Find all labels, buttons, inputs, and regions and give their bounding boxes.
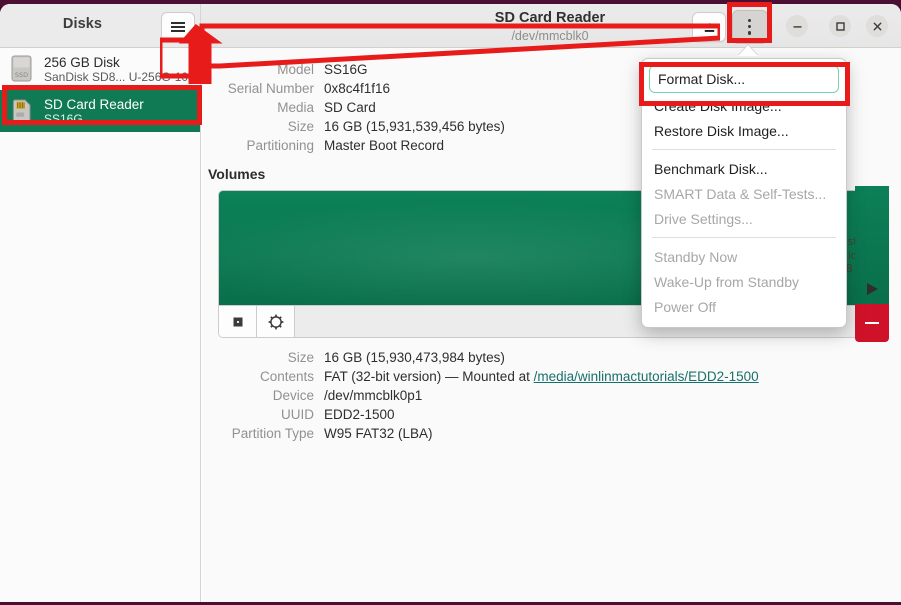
volumes-heading: Volumes (208, 166, 266, 182)
property-value: FAT (32-bit version) — Mounted at /media… (324, 369, 759, 384)
property-value: /dev/mmcblk0p1 (324, 388, 423, 403)
sidebar-item-text: 256 GB Disk SanDisk SD8... U-256G-1006 (44, 54, 202, 84)
menu-item-benchmark-disk[interactable]: Benchmark Disk... (642, 156, 846, 181)
titlebar: Disks SD Card Reader /dev/mmcblk0 (0, 4, 901, 48)
menu-item-drive-settings: Drive Settings... (654, 210, 753, 227)
property-value: SD Card (324, 100, 376, 115)
property-label: Size (287, 350, 314, 365)
disk-meta: SS16G (44, 111, 83, 126)
menu-item-format-disk[interactable]: Format Disk... (649, 65, 839, 93)
sd-card-icon (8, 96, 36, 126)
menu-item-restore-disk-image[interactable]: Restore Disk Image... (642, 118, 846, 143)
menu-item-power-off: Power Off (654, 298, 716, 315)
property-value: SS16G (324, 62, 368, 77)
disk-name: SD Card Reader (44, 96, 144, 112)
eject-icon (704, 22, 714, 32)
property-value: 16 GB (15,931,539,456 bytes) (324, 119, 505, 134)
property-label: Device (272, 388, 314, 403)
close-button[interactable] (866, 15, 888, 37)
disk-name: 256 GB Disk (44, 54, 120, 70)
property-label: Partitioning (246, 138, 314, 153)
menu-item-smart-data: SMART Data & Self-Tests... (654, 185, 827, 202)
partition-property-row: Partition Type W95 FAT32 (LBA) (202, 426, 882, 445)
partition-property-row: Device /dev/mmcblk0p1 (202, 388, 882, 407)
delete-partition-button[interactable] (855, 304, 889, 342)
partition-property-row: Contents FAT (32-bit version) — Mounted … (202, 369, 882, 388)
menu-separator (652, 149, 836, 150)
sidebar-item-text: SD Card Reader SS16G (44, 97, 144, 126)
app-menu-button[interactable] (161, 12, 195, 42)
disk-meta: SanDisk SD8... U-256G-1006 (44, 69, 202, 84)
maximize-icon (835, 21, 845, 31)
property-value: 0x8c4f1f16 (324, 81, 391, 96)
window-title: SD Card Reader (494, 10, 606, 26)
menu-item-standby-now: Standby Now (654, 248, 738, 265)
property-label: Size (287, 119, 314, 134)
partition-property-row: UUID EDD2-1500 (202, 407, 882, 426)
popup-pointer (738, 45, 758, 56)
menu-item-wake-up-from-standby: Wake-Up from Standby (654, 273, 799, 290)
property-label: Partition Type (231, 426, 314, 441)
property-label: UUID (281, 407, 314, 422)
unmount-button[interactable] (219, 306, 257, 337)
partition-properties: Size 16 GB (15,930,473,984 bytes) Conten… (202, 350, 882, 445)
minus-icon (865, 321, 879, 325)
disks-sidebar: SSD 256 GB Disk SanDisk SD8... U-256G-10… (0, 48, 201, 602)
three-dots-vertical-icon (748, 19, 752, 35)
sidebar-item-256-gb-disk[interactable]: SSD 256 GB Disk SanDisk SD8... U-256G-10… (0, 48, 202, 90)
mount-point-link[interactable]: /media/winlinmactutorials/EDD2-1500 (534, 369, 759, 384)
property-value: W95 FAT32 (LBA) (324, 426, 433, 441)
play-triangle-icon (867, 283, 878, 295)
additional-partition-options-button[interactable] (257, 306, 295, 337)
property-label: Serial Number (227, 81, 314, 96)
gear-icon (268, 314, 283, 329)
eject-button[interactable] (692, 12, 726, 42)
property-label: Media (277, 100, 314, 115)
minimize-icon (793, 25, 801, 28)
volume-edge-actions (855, 186, 889, 342)
maximize-button[interactable] (829, 15, 851, 37)
property-value: 16 GB (15,930,473,984 bytes) (324, 350, 505, 365)
contents-text: FAT (32-bit version) — Mounted at (324, 369, 534, 384)
stop-square-icon (233, 317, 242, 326)
window-subtitle: /dev/mmcblk0 (511, 29, 589, 43)
screen: Disks SD Card Reader /dev/mmcblk0 SSD 25… (0, 0, 901, 605)
partition-property-row: Size 16 GB (15,930,473,984 bytes) (202, 350, 882, 369)
property-label: Contents (259, 369, 314, 384)
ssd-icon: SSD (8, 54, 36, 84)
property-label: Model (277, 62, 314, 77)
app-title: Disks (62, 16, 103, 32)
property-value: EDD2-1500 (324, 407, 395, 422)
hamburger-icon (171, 22, 185, 32)
menu-separator (652, 237, 836, 238)
close-icon (873, 22, 881, 30)
minimize-button[interactable] (786, 15, 808, 37)
svg-text:SSD: SSD (15, 71, 28, 79)
drive-options-menu: Format Disk... Create Disk Image... Rest… (641, 58, 847, 328)
overflow-menu-button[interactable] (732, 10, 768, 44)
property-value: Master Boot Record (324, 138, 445, 153)
play-mount-button[interactable] (855, 186, 889, 304)
sidebar-item-sd-card-reader[interactable]: SD Card Reader SS16G (0, 90, 200, 132)
menu-item-create-disk-image[interactable]: Create Disk Image... (642, 93, 846, 118)
